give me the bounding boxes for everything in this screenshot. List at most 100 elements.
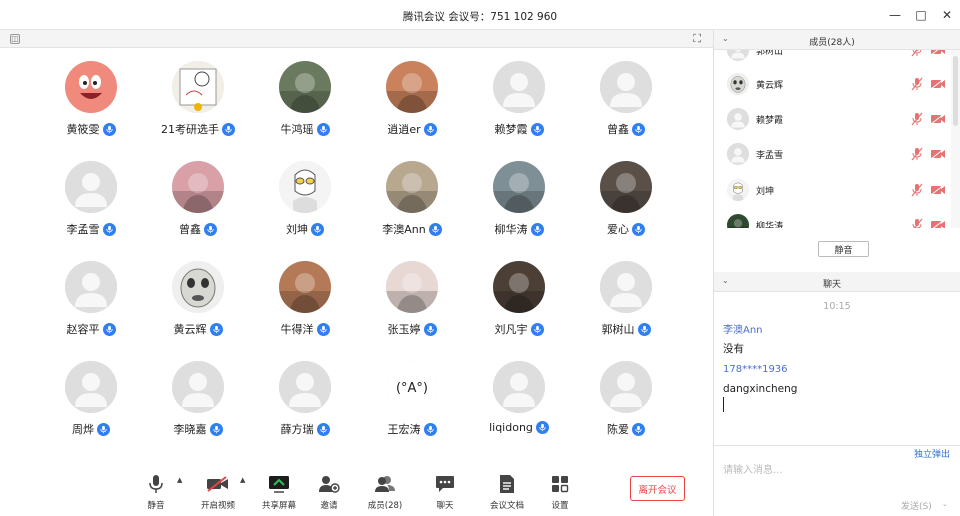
microphone-icon xyxy=(209,422,223,436)
participant-tile[interactable]: 牛得洋 xyxy=(250,261,360,351)
microphone-icon xyxy=(530,222,544,236)
meeting-docs-button[interactable]: 会议文档 xyxy=(482,472,532,514)
participant-tile[interactable]: 赵容平 xyxy=(36,261,146,351)
svg-text:(°A°): (°A°) xyxy=(396,381,428,396)
muted-microphone-icon[interactable] xyxy=(911,218,923,228)
camera-off-icon[interactable] xyxy=(930,148,946,163)
participant-name-line: 李澳Ann xyxy=(357,221,467,237)
member-row[interactable]: 郭树山 xyxy=(714,50,950,67)
default-avatar xyxy=(727,108,749,130)
member-row[interactable]: 柳华涛 xyxy=(714,208,950,228)
member-name: 黄云辉 xyxy=(756,81,784,91)
member-row[interactable]: 赖梦霞 xyxy=(714,102,950,136)
participant-tile[interactable]: 郭树山 xyxy=(571,261,681,351)
chat-input[interactable]: 请输入消息... xyxy=(723,461,783,476)
invite-button[interactable]: 邀请 xyxy=(304,472,354,514)
video-options-caret-icon[interactable]: ▲ xyxy=(240,476,245,484)
maximize-button[interactable]: □ xyxy=(908,0,934,30)
camera-off-icon[interactable] xyxy=(930,113,946,128)
chat-header[interactable]: ⌄ 聊天 xyxy=(714,272,960,292)
popout-chat-link[interactable]: 独立弹出 xyxy=(914,447,950,460)
microphone-icon xyxy=(428,222,442,236)
member-row[interactable]: 李孟雪 xyxy=(714,137,950,171)
view-toggle-icon[interactable]: ◫ xyxy=(10,34,20,44)
minimize-button[interactable]: — xyxy=(882,0,908,30)
participant-tile[interactable]: (°A°) 王宏涛 xyxy=(357,361,467,451)
muted-microphone-icon[interactable] xyxy=(911,50,923,60)
participant-tile[interactable]: 周烨 xyxy=(36,361,146,451)
camera-off-icon[interactable] xyxy=(930,50,946,59)
members-icon xyxy=(360,472,410,496)
participant-tile[interactable]: 李澳Ann xyxy=(357,161,467,251)
camera-off-icon[interactable] xyxy=(930,184,946,199)
close-button[interactable]: ✕ xyxy=(934,0,960,30)
participant-name: 柳华涛 xyxy=(494,223,528,236)
muted-microphone-icon[interactable] xyxy=(911,147,923,164)
participant-tile[interactable]: 爱心 xyxy=(571,161,681,251)
microphone-icon xyxy=(102,122,116,136)
members-title: 成员(28人) xyxy=(809,38,855,48)
participant-tile[interactable]: 曾鑫 xyxy=(571,61,681,151)
invite-person-icon xyxy=(304,472,354,496)
participant-tile[interactable]: 黄筱雯 xyxy=(36,61,146,151)
participant-name: 曾鑫 xyxy=(607,123,629,136)
patrick-star-avatar xyxy=(65,61,117,113)
chat-sender[interactable]: 李澳Ann xyxy=(723,321,763,336)
mute-button[interactable]: 静音 xyxy=(131,472,181,514)
participant-name: 张玉婷 xyxy=(387,323,421,336)
muted-microphone-icon[interactable] xyxy=(911,183,923,200)
microphone-icon xyxy=(632,222,645,236)
landscape-photo-avatar xyxy=(279,61,331,113)
mute-all-button[interactable]: 静音 xyxy=(818,241,869,257)
send-button[interactable]: 发送(S) xyxy=(901,499,932,512)
participant-tile[interactable]: 逍逍er xyxy=(357,61,467,151)
muted-microphone-icon[interactable] xyxy=(911,112,923,129)
document-icon xyxy=(482,472,532,496)
member-row[interactable]: 黄云辉 xyxy=(714,67,950,101)
members-header[interactable]: ⌄ 成员(28人) xyxy=(714,30,960,50)
participant-tile[interactable]: 李孟雪 xyxy=(36,161,146,251)
camera-off-icon[interactable] xyxy=(930,219,946,228)
participant-tile[interactable]: 柳华涛 xyxy=(464,161,574,251)
participant-tile[interactable]: 黄云辉 xyxy=(143,261,253,351)
chat-bubble-icon xyxy=(420,472,470,496)
participant-tile[interactable]: 刘凡宇 xyxy=(464,261,574,351)
meme-face-avatar xyxy=(172,261,224,313)
share-screen-button[interactable]: 共享屏幕 xyxy=(254,472,304,514)
participant-tile[interactable]: liqidong xyxy=(464,361,574,451)
fullscreen-icon[interactable]: ⛶ xyxy=(693,32,701,46)
video-area: ◫ ⛶ 黄筱雯 21考研选手 牛鸿瑶 逍逍er 赖梦霞 曾鑫 李孟雪 曾鑫 刘坤 李澳Ann 柳华涛… xyxy=(0,30,713,516)
participant-tile[interactable]: 刘坤 xyxy=(250,161,360,251)
cartoon-sketch-avatar xyxy=(172,61,224,113)
members-button[interactable]: 成员(28) xyxy=(360,472,410,514)
participant-name-line: 曾鑫 xyxy=(571,121,681,137)
microphone-icon xyxy=(530,122,544,136)
muted-microphone-icon[interactable] xyxy=(911,77,923,94)
microphone-icon xyxy=(632,422,645,436)
microphone-icon xyxy=(316,122,330,136)
portrait-photo-avatar xyxy=(386,261,438,313)
member-row[interactable]: 刘坤 xyxy=(714,173,950,207)
start-video-button[interactable]: 开启视频 xyxy=(193,472,243,514)
participant-tile[interactable]: 牛鸿瑶 xyxy=(250,61,360,151)
member-list-scroll-thumb[interactable] xyxy=(953,56,958,126)
participant-name: 21考研选手 xyxy=(161,123,219,136)
settings-button[interactable]: 设置 xyxy=(535,472,585,514)
chat-button[interactable]: 聊天 xyxy=(420,472,470,514)
send-options-chevron-icon[interactable]: ⌄ xyxy=(942,500,948,508)
chat-sender[interactable]: 178****1936 xyxy=(723,364,788,375)
camera-off-icon[interactable] xyxy=(930,78,946,93)
girl-photo-avatar xyxy=(386,161,438,213)
participant-name: 李晓嘉 xyxy=(173,423,207,436)
participant-tile[interactable]: 赖梦霞 xyxy=(464,61,574,151)
participant-tile[interactable]: 张玉婷 xyxy=(357,261,467,351)
participant-tile[interactable]: 薛方瑞 xyxy=(250,361,360,451)
meeting-docs-label: 会议文档 xyxy=(489,501,524,511)
participant-tile[interactable]: 21考研选手 xyxy=(143,61,253,151)
participant-name: 黄筱雯 xyxy=(66,123,100,136)
participant-tile[interactable]: 曾鑫 xyxy=(143,161,253,251)
participant-tile[interactable]: 李晓嘉 xyxy=(143,361,253,451)
participant-tile[interactable]: 陈爱 xyxy=(571,361,681,451)
leave-meeting-button[interactable]: 离开会议 xyxy=(630,476,685,501)
mic-options-caret-icon[interactable]: ▲ xyxy=(177,476,182,484)
